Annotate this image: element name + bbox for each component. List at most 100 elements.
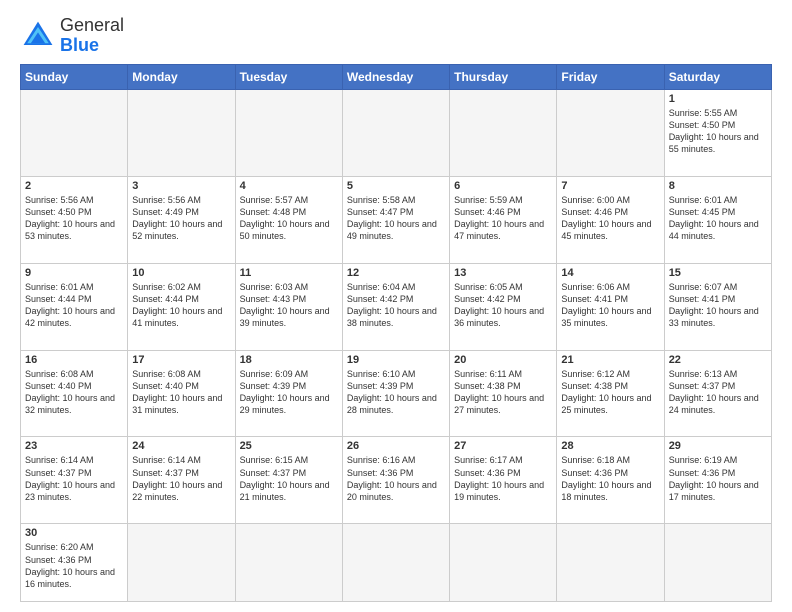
calendar-cell: 12 Sunrise: 6:04 AM Sunset: 4:42 PM Dayli… (342, 263, 449, 350)
calendar-cell: 3 Sunrise: 5:56 AM Sunset: 4:49 PM Daylig… (128, 176, 235, 263)
day-number: 24 (132, 440, 230, 452)
logo-general: General (60, 16, 124, 36)
day-info: Sunrise: 6:04 AM Sunset: 4:42 PM Dayligh… (347, 281, 445, 330)
day-number: 2 (25, 180, 123, 192)
day-number: 16 (25, 354, 123, 366)
day-info: Sunrise: 6:16 AM Sunset: 4:36 PM Dayligh… (347, 454, 445, 503)
calendar-cell (235, 89, 342, 176)
day-number: 23 (25, 440, 123, 452)
day-info: Sunrise: 5:56 AM Sunset: 4:50 PM Dayligh… (25, 194, 123, 243)
calendar-cell: 20 Sunrise: 6:11 AM Sunset: 4:38 PM Dayli… (450, 350, 557, 437)
day-number: 21 (561, 354, 659, 366)
day-info: Sunrise: 6:01 AM Sunset: 4:45 PM Dayligh… (669, 194, 767, 243)
week-row: 16 Sunrise: 6:08 AM Sunset: 4:40 PM Dayli… (21, 350, 772, 437)
calendar-cell: 29 Sunrise: 6:19 AM Sunset: 4:36 PM Dayli… (664, 437, 771, 524)
calendar-cell: 22 Sunrise: 6:13 AM Sunset: 4:37 PM Dayli… (664, 350, 771, 437)
day-info: Sunrise: 6:13 AM Sunset: 4:37 PM Dayligh… (669, 368, 767, 417)
week-row: 30 Sunrise: 6:20 AM Sunset: 4:36 PM Dayli… (21, 524, 772, 602)
column-header-thursday: Thursday (450, 64, 557, 89)
day-number: 20 (454, 354, 552, 366)
day-info: Sunrise: 5:56 AM Sunset: 4:49 PM Dayligh… (132, 194, 230, 243)
day-info: Sunrise: 6:05 AM Sunset: 4:42 PM Dayligh… (454, 281, 552, 330)
day-number: 25 (240, 440, 338, 452)
calendar-cell (235, 524, 342, 602)
day-info: Sunrise: 6:11 AM Sunset: 4:38 PM Dayligh… (454, 368, 552, 417)
logo-text: General Blue (60, 16, 124, 56)
calendar-cell: 30 Sunrise: 6:20 AM Sunset: 4:36 PM Dayli… (21, 524, 128, 602)
day-number: 7 (561, 180, 659, 192)
calendar-cell (450, 89, 557, 176)
day-number: 18 (240, 354, 338, 366)
calendar-cell (342, 524, 449, 602)
day-info: Sunrise: 6:12 AM Sunset: 4:38 PM Dayligh… (561, 368, 659, 417)
calendar-cell: 5Sunrise: 5:58 AM Sunset: 4:47 PM Daylig… (342, 176, 449, 263)
calendar-cell (21, 89, 128, 176)
logo: General Blue (20, 16, 124, 56)
calendar-cell: 19Sunrise: 6:10 AM Sunset: 4:39 PM Dayli… (342, 350, 449, 437)
day-number: 30 (25, 527, 123, 539)
calendar-cell: 26 Sunrise: 6:16 AM Sunset: 4:36 PM Dayli… (342, 437, 449, 524)
calendar-cell (557, 524, 664, 602)
day-info: Sunrise: 6:03 AM Sunset: 4:43 PM Dayligh… (240, 281, 338, 330)
calendar-cell (557, 89, 664, 176)
day-number: 15 (669, 267, 767, 279)
day-info: Sunrise: 6:17 AM Sunset: 4:36 PM Dayligh… (454, 454, 552, 503)
column-header-friday: Friday (557, 64, 664, 89)
day-number: 22 (669, 354, 767, 366)
day-number: 28 (561, 440, 659, 452)
day-info: Sunrise: 6:20 AM Sunset: 4:36 PM Dayligh… (25, 541, 123, 590)
day-info: Sunrise: 6:18 AM Sunset: 4:36 PM Dayligh… (561, 454, 659, 503)
day-number: 1 (669, 93, 767, 105)
calendar-cell (450, 524, 557, 602)
calendar-cell (342, 89, 449, 176)
week-row: 2 Sunrise: 5:56 AM Sunset: 4:50 PM Daylig… (21, 176, 772, 263)
column-header-wednesday: Wednesday (342, 64, 449, 89)
week-row: 23 Sunrise: 6:14 AM Sunset: 4:37 PM Dayli… (21, 437, 772, 524)
day-info: Sunrise: 6:15 AM Sunset: 4:37 PM Dayligh… (240, 454, 338, 503)
day-info: Sunrise: 6:06 AM Sunset: 4:41 PM Dayligh… (561, 281, 659, 330)
calendar-table: SundayMondayTuesdayWednesdayThursdayFrid… (20, 64, 772, 602)
day-number: 14 (561, 267, 659, 279)
calendar-cell: 11Sunrise: 6:03 AM Sunset: 4:43 PM Dayli… (235, 263, 342, 350)
day-number: 26 (347, 440, 445, 452)
day-number: 19 (347, 354, 445, 366)
day-number: 27 (454, 440, 552, 452)
calendar-cell: 14 Sunrise: 6:06 AM Sunset: 4:41 PM Dayli… (557, 263, 664, 350)
day-info: Sunrise: 6:14 AM Sunset: 4:37 PM Dayligh… (132, 454, 230, 503)
day-number: 29 (669, 440, 767, 452)
column-header-sunday: Sunday (21, 64, 128, 89)
calendar-cell: 27 Sunrise: 6:17 AM Sunset: 4:36 PM Dayli… (450, 437, 557, 524)
calendar-cell: 18Sunrise: 6:09 AM Sunset: 4:39 PM Dayli… (235, 350, 342, 437)
calendar-cell: 15 Sunrise: 6:07 AM Sunset: 4:41 PM Dayli… (664, 263, 771, 350)
calendar-cell: 4 Sunrise: 5:57 AM Sunset: 4:48 PM Daylig… (235, 176, 342, 263)
calendar-cell (664, 524, 771, 602)
calendar-cell: 9 Sunrise: 6:01 AM Sunset: 4:44 PM Daylig… (21, 263, 128, 350)
header-row: SundayMondayTuesdayWednesdayThursdayFrid… (21, 64, 772, 89)
day-info: Sunrise: 6:07 AM Sunset: 4:41 PM Dayligh… (669, 281, 767, 330)
day-info: Sunrise: 5:57 AM Sunset: 4:48 PM Dayligh… (240, 194, 338, 243)
day-number: 3 (132, 180, 230, 192)
calendar-cell: 28 Sunrise: 6:18 AM Sunset: 4:36 PM Dayli… (557, 437, 664, 524)
day-number: 17 (132, 354, 230, 366)
calendar-cell: 21 Sunrise: 6:12 AM Sunset: 4:38 PM Dayli… (557, 350, 664, 437)
day-number: 4 (240, 180, 338, 192)
column-header-saturday: Saturday (664, 64, 771, 89)
day-info: Sunrise: 5:59 AM Sunset: 4:46 PM Dayligh… (454, 194, 552, 243)
logo-blue: Blue (60, 36, 124, 56)
day-info: Sunrise: 5:55 AM Sunset: 4:50 PM Dayligh… (669, 107, 767, 156)
day-info: Sunrise: 6:14 AM Sunset: 4:37 PM Dayligh… (25, 454, 123, 503)
day-info: Sunrise: 6:19 AM Sunset: 4:36 PM Dayligh… (669, 454, 767, 503)
week-row: 9 Sunrise: 6:01 AM Sunset: 4:44 PM Daylig… (21, 263, 772, 350)
calendar-cell: 13Sunrise: 6:05 AM Sunset: 4:42 PM Dayli… (450, 263, 557, 350)
calendar-cell: 6Sunrise: 5:59 AM Sunset: 4:46 PM Daylig… (450, 176, 557, 263)
day-info: Sunrise: 6:02 AM Sunset: 4:44 PM Dayligh… (132, 281, 230, 330)
week-row: 1 Sunrise: 5:55 AM Sunset: 4:50 PM Daylig… (21, 89, 772, 176)
day-info: Sunrise: 6:00 AM Sunset: 4:46 PM Dayligh… (561, 194, 659, 243)
calendar-cell: 25 Sunrise: 6:15 AM Sunset: 4:37 PM Dayli… (235, 437, 342, 524)
day-number: 9 (25, 267, 123, 279)
day-info: Sunrise: 6:08 AM Sunset: 4:40 PM Dayligh… (132, 368, 230, 417)
page: General Blue SundayMondayTuesdayWednesda… (0, 0, 792, 612)
day-info: Sunrise: 6:01 AM Sunset: 4:44 PM Dayligh… (25, 281, 123, 330)
logo-icon (20, 18, 56, 54)
day-number: 12 (347, 267, 445, 279)
